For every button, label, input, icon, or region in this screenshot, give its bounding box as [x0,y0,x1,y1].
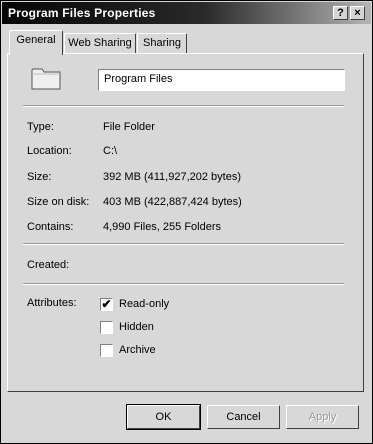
apply-button[interactable]: Apply [286,405,359,429]
contains-label: Contains: [27,221,74,233]
read-only-label[interactable]: Read-only [119,298,169,310]
location-value: C:\ [103,145,118,157]
window-title: Program Files Properties [8,6,156,20]
archive-checkbox[interactable] [100,344,113,357]
type-label: Type: [27,121,54,133]
ok-button[interactable]: OK [126,404,201,430]
contains-value: 4,990 Files, 255 Folders [103,221,222,233]
tab-web-sharing[interactable]: Web Sharing [64,33,136,53]
archive-label[interactable]: Archive [119,344,156,356]
help-button[interactable]: ? [333,6,348,20]
close-button[interactable]: × [350,6,365,20]
folder-name-input[interactable]: Program Files [98,69,345,91]
read-only-checkbox[interactable]: ✔ [100,298,113,311]
size-on-disk-label: Size on disk: [27,196,90,208]
title-bar[interactable]: Program Files Properties ? × [2,2,371,24]
attributes-label: Attributes: [27,297,77,309]
created-label: Created: [27,259,70,271]
folder-icon [31,68,61,90]
separator [23,283,344,285]
hidden-checkbox[interactable] [100,321,113,334]
size-label: Size: [27,171,52,183]
tab-general[interactable]: General [9,30,63,55]
cancel-button[interactable]: Cancel [207,405,280,429]
size-value: 392 MB (411,927,202 bytes) [103,171,241,183]
separator [23,105,344,107]
properties-dialog: Program Files Properties ? × General Web… [0,0,373,444]
tab-sharing[interactable]: Sharing [137,33,187,53]
size-on-disk-value: 403 MB (422,887,424 bytes) [103,196,242,208]
location-label: Location: [27,145,72,157]
hidden-label[interactable]: Hidden [119,321,154,333]
separator [23,243,344,245]
type-value: File Folder [103,121,155,133]
